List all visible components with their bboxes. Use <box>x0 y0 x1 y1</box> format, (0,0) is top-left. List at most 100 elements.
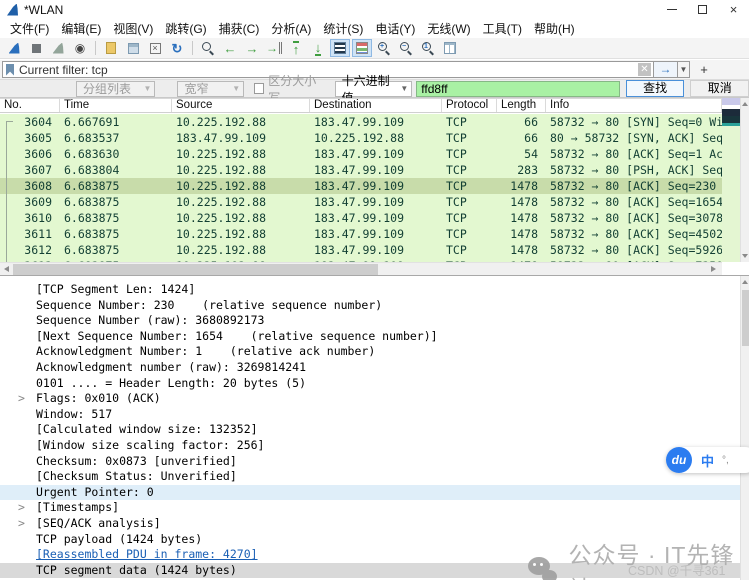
packet-list-scrollbar-minimap[interactable] <box>722 98 740 262</box>
menu-item[interactable]: 视图(V) <box>107 18 159 39</box>
packet-list-hscrollbar[interactable] <box>0 262 722 275</box>
display-filter-input[interactable]: Current filter: tcp ✕ <box>2 61 654 78</box>
detail-line[interactable]: [Window size scaling factor: 256] <box>0 438 740 454</box>
search-input[interactable] <box>416 81 620 97</box>
next-packet-button[interactable]: → <box>242 39 262 57</box>
menu-item[interactable]: 统计(S) <box>317 18 369 39</box>
save-file-button[interactable] <box>123 39 143 57</box>
search-type-select[interactable]: 十六进制值 ▼ <box>335 81 413 97</box>
apply-filter-button[interactable]: → <box>654 61 678 78</box>
packet-row[interactable]: 36126.68387510.225.192.88183.47.99.109TC… <box>0 242 722 258</box>
find-charwidth-select[interactable]: 宽窄 ▼ <box>177 81 244 97</box>
packet-row[interactable]: 36066.68363010.225.192.88183.47.99.109TC… <box>0 146 722 162</box>
packet-detail-pane: [TCP Segment Len: 1424]Sequence Number: … <box>0 275 749 580</box>
last-packet-button[interactable]: ↓ <box>308 39 328 57</box>
previous-packet-button[interactable]: ← <box>220 39 240 57</box>
detail-line[interactable]: [Calculated window size: 132352] <box>0 422 740 438</box>
expander-icon[interactable]: > <box>18 500 25 516</box>
packet-row[interactable]: 36106.68387510.225.192.88183.47.99.109TC… <box>0 210 722 226</box>
find-packet-button[interactable] <box>198 39 218 57</box>
clear-filter-icon[interactable]: ✕ <box>638 63 651 76</box>
packet-row[interactable]: 36096.68387510.225.192.88183.47.99.109TC… <box>0 194 722 210</box>
baidu-ime-logo-icon[interactable]: du <box>666 447 692 473</box>
detail-line[interactable]: [Checksum Status: Unverified] <box>0 469 740 485</box>
menu-item[interactable]: 捕获(C) <box>213 18 266 39</box>
maximize-icon[interactable] <box>687 0 718 19</box>
restart-capture-button[interactable] <box>48 39 68 57</box>
open-file-button[interactable] <box>101 39 121 57</box>
go-to-packet-button[interactable]: → <box>264 39 284 57</box>
scroll-right-icon[interactable] <box>711 266 716 272</box>
detail-line[interactable]: >Flags: 0x010 (ACK) <box>0 391 740 407</box>
cancel-button[interactable]: 取消 <box>690 80 749 97</box>
detail-line[interactable]: Checksum: 0x0873 [unverified] <box>0 454 740 470</box>
scroll-up-icon[interactable] <box>742 102 748 106</box>
capture-options-button[interactable]: ◉ <box>70 39 90 57</box>
bookmark-icon[interactable] <box>6 64 14 76</box>
detail-line[interactable]: 0101 .... = Header Length: 20 bytes (5) <box>0 376 740 392</box>
packet-row[interactable]: 36056.683537183.47.99.10910.225.192.88TC… <box>0 130 722 146</box>
add-filter-button[interactable]: + <box>696 62 712 78</box>
detail-line[interactable]: >[Timestamps] <box>0 500 740 516</box>
column-header-source[interactable]: Source <box>172 99 310 112</box>
minimize-icon[interactable] <box>656 0 687 19</box>
colorize-button[interactable] <box>352 39 372 57</box>
packet-row[interactable]: 36076.68380410.225.192.88183.47.99.109TC… <box>0 162 722 178</box>
case-sensitive-checkbox[interactable] <box>254 83 264 94</box>
zoom-out-button[interactable]: − <box>396 39 416 57</box>
start-capture-button[interactable] <box>4 39 24 57</box>
expander-icon[interactable]: > <box>18 516 25 532</box>
column-header-no[interactable]: No. <box>0 99 60 112</box>
reload-button[interactable]: ↻ <box>167 39 187 57</box>
cell-time: 6.667691 <box>60 114 172 130</box>
column-header-protocol[interactable]: Protocol <box>442 99 497 112</box>
detail-line[interactable]: Urgent Pointer: 0 <box>0 485 740 501</box>
zoom-in-button[interactable]: + <box>374 39 394 57</box>
scroll-down-icon[interactable] <box>742 254 748 258</box>
scroll-up-icon[interactable] <box>742 280 748 284</box>
menu-item[interactable]: 分析(A) <box>265 18 317 39</box>
filter-dropdown-icon[interactable]: ▼ <box>678 61 690 78</box>
scroll-left-icon[interactable] <box>4 266 9 272</box>
close-icon[interactable]: × <box>718 0 749 19</box>
packet-row[interactable]: 36046.66769110.225.192.88183.47.99.109TC… <box>0 114 722 130</box>
detail-line[interactable]: Sequence Number (raw): 3680892173 <box>0 313 740 329</box>
detail-line[interactable]: [TCP Segment Len: 1424] <box>0 282 740 298</box>
ime-mode-indicator[interactable]: 中 <box>701 451 714 470</box>
detail-line[interactable]: Acknowledgment Number: 1 (relative ack n… <box>0 344 740 360</box>
detail-scrollbar-thumb[interactable] <box>742 290 749 346</box>
expander-icon[interactable]: > <box>18 391 25 407</box>
menu-item[interactable]: 跳转(G) <box>159 18 212 39</box>
ime-punctuation-indicator[interactable]: °, <box>722 455 729 466</box>
auto-scroll-button[interactable] <box>330 39 350 57</box>
close-file-button[interactable]: × <box>145 39 165 57</box>
menu-item[interactable]: 帮助(H) <box>528 18 581 39</box>
menu-item[interactable]: 无线(W) <box>421 18 476 39</box>
detail-line[interactable]: >[SEQ/ACK analysis] <box>0 516 740 532</box>
menu-item[interactable]: 工具(T) <box>477 18 528 39</box>
detail-line[interactable]: [Next Sequence Number: 1654 (relative se… <box>0 329 740 345</box>
column-header-length[interactable]: Length <box>497 99 546 112</box>
first-packet-button[interactable]: ↑ <box>286 39 306 57</box>
frame-link[interactable]: [Reassembled PDU in frame: 4270] <box>36 547 258 561</box>
menu-item[interactable]: 电话(Y) <box>369 18 421 39</box>
find-button[interactable]: 查找 <box>626 80 685 97</box>
hscrollbar-thumb[interactable] <box>13 264 378 275</box>
column-header-info[interactable]: Info <box>546 99 722 112</box>
resize-columns-button[interactable] <box>440 39 460 57</box>
menu-item[interactable]: 文件(F) <box>4 18 55 39</box>
menu-item[interactable]: 编辑(E) <box>55 18 107 39</box>
detail-line[interactable]: Window: 517 <box>0 407 740 423</box>
column-header-destination[interactable]: Destination <box>310 99 442 112</box>
stop-capture-button[interactable] <box>26 39 46 57</box>
column-header-time[interactable]: Time <box>60 99 172 112</box>
find-scope-select[interactable]: 分组列表 ▼ <box>76 81 155 97</box>
packet-list-scrollbar[interactable] <box>740 98 749 262</box>
zoom-reset-button[interactable]: 1 <box>418 39 438 57</box>
detail-scrollbar[interactable] <box>740 276 749 580</box>
cell-time: 6.683804 <box>60 162 172 178</box>
packet-row[interactable]: 36116.68387510.225.192.88183.47.99.109TC… <box>0 226 722 242</box>
packet-row[interactable]: 36086.68387510.225.192.88183.47.99.109TC… <box>0 178 722 194</box>
detail-line[interactable]: Acknowledgment number (raw): 3269814241 <box>0 360 740 376</box>
detail-line[interactable]: Sequence Number: 230 (relative sequence … <box>0 298 740 314</box>
